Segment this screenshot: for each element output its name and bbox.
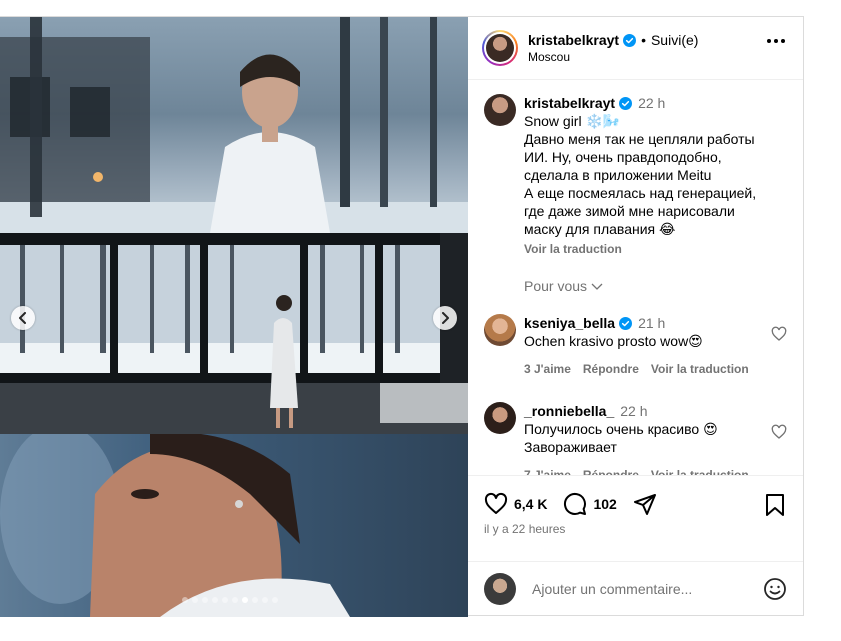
comment-time: 21 h — [638, 315, 666, 331]
caption-translate-link[interactable]: Voir la traduction — [524, 240, 756, 258]
share-paper-plane-icon[interactable] — [633, 492, 657, 516]
comment-time: 22 h — [620, 403, 648, 419]
post-caption: kristabelkrayt 22 h Snow girl ❄️🌬️ Давно… — [484, 94, 787, 258]
add-comment-bar — [468, 561, 803, 615]
bookmark-icon[interactable] — [765, 494, 785, 521]
post-side-panel: kristabelkrayt • Suivi(e) Moscou kristab… — [468, 17, 803, 615]
comment-bubble-icon[interactable] — [563, 492, 587, 516]
verified-badge-icon — [623, 33, 637, 47]
comment-username[interactable]: _ronniebella_ — [524, 402, 614, 420]
media-photo-closeup — [0, 434, 468, 617]
carousel-dot — [252, 597, 258, 603]
post-header: kristabelkrayt • Suivi(e) Moscou — [468, 17, 803, 80]
post-timestamp: il y a 22 heures — [484, 522, 566, 536]
caption-text: Snow girl ❄️🌬️ Давно меня так не цепляли… — [524, 113, 757, 237]
carousel-dot — [232, 597, 238, 603]
caption-avatar[interactable] — [484, 94, 516, 126]
current-user-avatar — [484, 572, 516, 605]
comment-text: Получилось очень красиво 😍 Завораживает — [524, 421, 718, 455]
comment-like-heart-icon[interactable] — [771, 424, 787, 445]
carousel-dot — [202, 597, 208, 603]
post-location[interactable]: Moscou — [528, 50, 698, 64]
comment-reply-button[interactable]: Répondre — [583, 360, 639, 378]
like-heart-icon[interactable] — [484, 492, 508, 516]
add-comment-input[interactable] — [530, 579, 763, 598]
media-photo-window-portrait — [0, 17, 468, 233]
post-card: kristabelkrayt • Suivi(e) Moscou kristab… — [0, 16, 804, 617]
verified-badge-icon — [619, 96, 633, 110]
more-options-icon[interactable] — [767, 39, 785, 43]
comment-username[interactable]: kseniya_bella — [524, 314, 615, 332]
separator-dot: • — [641, 32, 646, 48]
carousel-prev-button[interactable] — [11, 306, 35, 330]
chevron-down-icon — [591, 283, 603, 290]
comment-item: kseniya_bella 21 h Ochen krasivo prosto … — [484, 314, 787, 378]
post-footer: 6,4 K 102 il y a 22 heures — [468, 475, 803, 615]
carousel-dot — [242, 597, 248, 603]
follow-status-button[interactable]: Suivi(e) — [651, 32, 698, 48]
carousel-dot — [262, 597, 268, 603]
carousel-next-button[interactable] — [433, 306, 457, 330]
comment-avatar[interactable] — [484, 314, 516, 346]
chevron-right-icon — [442, 312, 449, 324]
carousel-dot — [192, 597, 198, 603]
emoji-picker-icon[interactable] — [763, 577, 787, 601]
comments-count[interactable]: 102 — [593, 496, 616, 512]
post-media-carousel[interactable] — [0, 17, 468, 617]
author-username[interactable]: kristabelkrayt — [528, 32, 619, 48]
comment-translate-link[interactable]: Voir la traduction — [651, 360, 749, 378]
likes-count[interactable]: 6,4 K — [514, 496, 547, 512]
carousel-dots — [182, 597, 278, 603]
pour-vous-dropdown[interactable]: Pour vous — [524, 278, 787, 294]
media-photo-living-room — [0, 233, 468, 434]
comment-likes[interactable]: 7 J'aime — [524, 466, 571, 475]
comment-translate-link[interactable]: Voir la traduction — [651, 466, 749, 475]
verified-badge-icon — [619, 316, 633, 330]
carousel-dot — [272, 597, 278, 603]
comment-avatar[interactable] — [484, 402, 516, 434]
comment-item: _ronniebella_ 22 h Получилось очень крас… — [484, 402, 787, 475]
chevron-left-icon — [19, 312, 26, 324]
comments-section: kristabelkrayt 22 h Snow girl ❄️🌬️ Давно… — [468, 80, 803, 475]
author-avatar[interactable] — [482, 30, 518, 66]
comment-text: Ochen krasivo prosto wow😍 — [524, 333, 703, 349]
caption-time: 22 h — [638, 95, 666, 111]
comment-reply-button[interactable]: Répondre — [583, 466, 639, 475]
comment-like-heart-icon[interactable] — [771, 326, 787, 347]
carousel-dot — [182, 597, 188, 603]
caption-username[interactable]: kristabelkrayt — [524, 94, 615, 112]
carousel-dot — [222, 597, 228, 603]
carousel-dot — [212, 597, 218, 603]
comment-likes[interactable]: 3 J'aime — [524, 360, 571, 378]
